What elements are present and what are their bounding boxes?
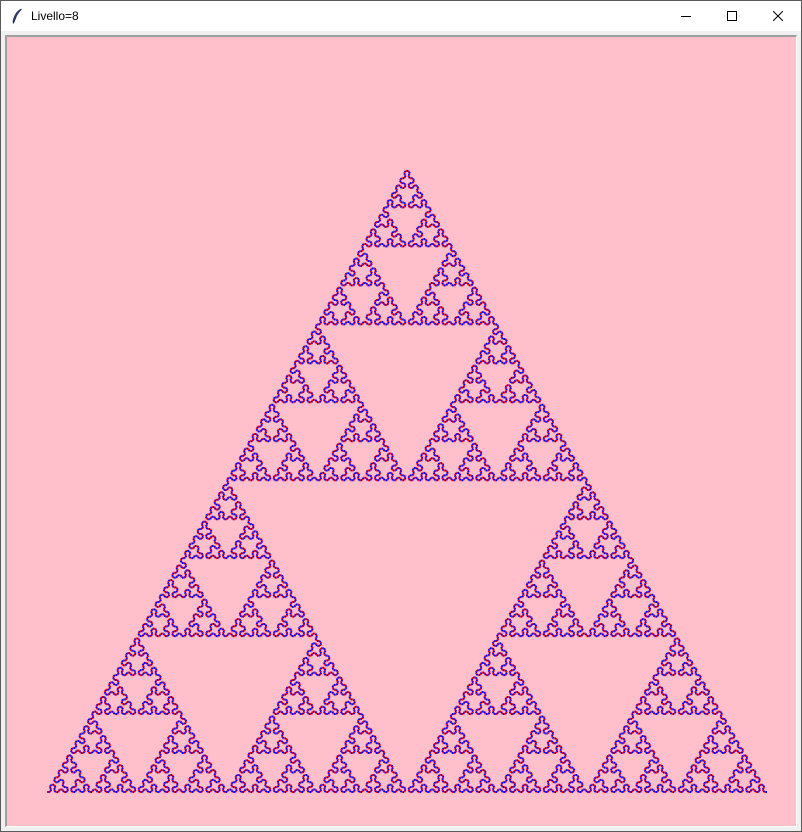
maximize-button[interactable]	[709, 1, 755, 31]
window-title: Livello=8	[31, 9, 79, 23]
caption-buttons	[663, 1, 801, 31]
maximize-icon	[727, 11, 737, 21]
curve-red-segments	[47, 169, 766, 793]
drawing-canvas-frame	[5, 35, 797, 827]
minimize-icon	[681, 11, 691, 21]
minimize-button[interactable]	[663, 1, 709, 31]
app-window: Livello=8	[0, 0, 802, 832]
sierpinski-arrowhead-curve	[7, 37, 796, 826]
title-bar[interactable]: Livello=8	[1, 1, 801, 31]
close-button[interactable]	[755, 1, 801, 31]
curve-blue-segments	[48, 169, 767, 793]
close-icon	[773, 11, 783, 21]
feather-icon	[9, 8, 25, 24]
